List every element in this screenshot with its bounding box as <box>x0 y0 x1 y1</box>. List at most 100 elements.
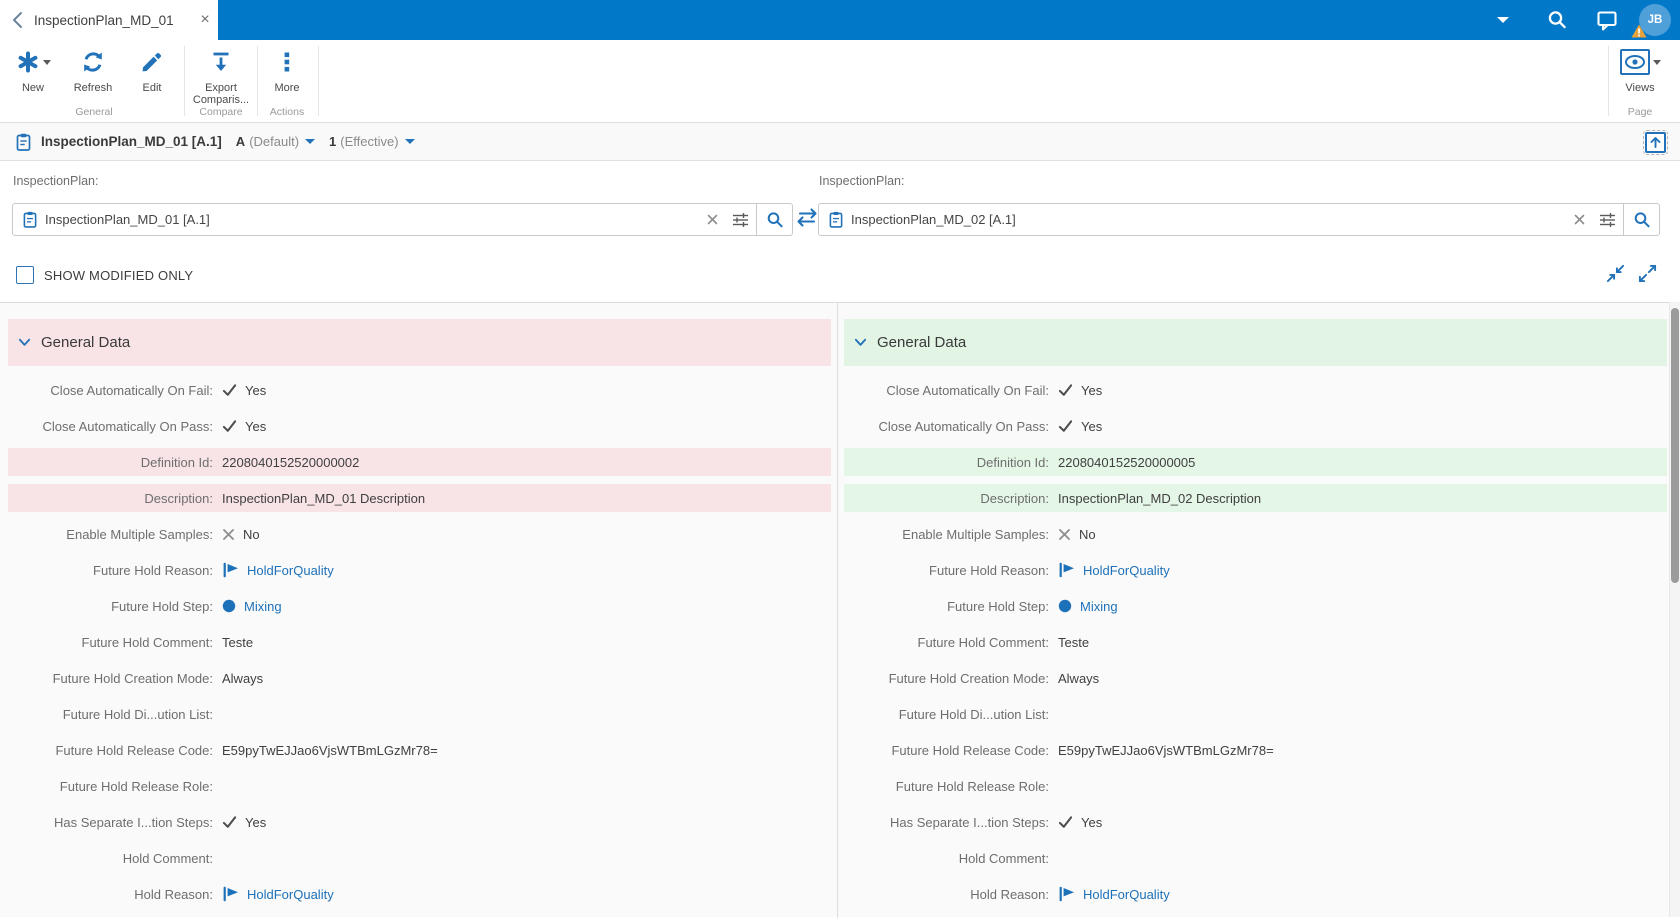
field-value-text: Teste <box>1058 634 1090 650</box>
field-label: Hold Reason: <box>134 886 213 902</box>
field-label: Description: <box>980 490 1049 506</box>
breadcrumb: InspectionPlan_MD_01 [A.1] A (Default) 1… <box>0 123 1680 161</box>
field-row: Future Hold Release Code: E59pyTwEJJao6Vj… <box>844 736 1667 764</box>
field-row: Future Hold Release Code: E59pyTwEJJao6Vj… <box>8 736 831 764</box>
field-value: Yes <box>222 815 266 830</box>
field-row: Future Hold Step: Mixing <box>8 592 831 620</box>
scrollbar-thumb[interactable] <box>1671 308 1679 583</box>
section-header-general-data[interactable]: General Data <box>844 319 1667 366</box>
feedback-button[interactable] <box>1594 0 1620 40</box>
flag-icon <box>1059 886 1074 902</box>
right-entity-picker <box>818 203 1660 236</box>
flag-icon <box>223 886 238 902</box>
field-rows: Close Automatically On Fail: Yes Close Aut… <box>844 376 1667 908</box>
toolbar-separator <box>257 46 258 116</box>
field-row: Description: InspectionPlan_MD_02 Descrip… <box>844 484 1667 512</box>
export-comparison-button[interactable]: Export Comparis... <box>188 48 254 106</box>
field-label: Definition Id: <box>140 454 213 470</box>
user-menu-dropdown[interactable] <box>1492 0 1514 40</box>
field-value: Always <box>1058 671 1099 686</box>
field-value: InspectionPlan_MD_01 Description <box>222 491 425 506</box>
check-icon <box>1058 419 1073 433</box>
step-circle-icon <box>222 599 236 613</box>
field-value-text: Yes <box>245 418 267 434</box>
collapse-all-button[interactable] <box>1606 264 1625 283</box>
field-row: Has Separate I...tion Steps: Yes <box>8 808 831 836</box>
field-row: Hold Comment: <box>8 844 831 872</box>
left-entity-input[interactable] <box>45 212 700 227</box>
global-search-button[interactable] <box>1544 0 1570 40</box>
check-icon <box>1058 815 1073 829</box>
flag-icon <box>1058 562 1075 578</box>
caret-down-icon <box>42 59 51 65</box>
tab-close-icon[interactable]: × <box>192 0 218 40</box>
field-value: InspectionPlan_MD_02 Description <box>1058 491 1261 506</box>
search-button[interactable] <box>1623 204 1659 235</box>
entity-clipboard-icon <box>23 211 37 228</box>
flag-icon <box>222 562 239 578</box>
expand-all-button[interactable] <box>1638 264 1657 283</box>
panel-divider <box>837 303 838 918</box>
tab-title[interactable]: InspectionPlan_MD_01 <box>34 13 192 28</box>
right-entity-input[interactable] <box>851 212 1567 227</box>
refresh-icon <box>81 50 105 74</box>
section-title: General Data <box>41 334 131 351</box>
field-row: Future Hold Step: Mixing <box>844 592 1667 620</box>
field-value: Mixing <box>1058 599 1118 614</box>
edit-button[interactable]: Edit <box>124 48 180 94</box>
field-value-text: InspectionPlan_MD_02 Description <box>1058 490 1262 506</box>
version-dropdown-caret-icon[interactable] <box>404 139 415 144</box>
toolbar-separator <box>1608 46 1609 116</box>
check-icon <box>222 419 237 433</box>
refresh-button[interactable]: Refresh <box>64 48 122 94</box>
field-value-text: Always <box>1058 670 1100 686</box>
collapse-arrows-icon <box>1606 264 1625 283</box>
field-row: Close Automatically On Pass: Yes <box>844 412 1667 440</box>
filter-sliders-icon[interactable] <box>725 204 756 235</box>
field-label: Close Automatically On Pass: <box>878 418 1049 434</box>
field-value: No <box>222 527 260 542</box>
caret-down-icon <box>1652 59 1661 65</box>
collapse-header-button[interactable] <box>1643 130 1668 155</box>
field-row: Future Hold Reason: HoldForQuality <box>8 556 831 584</box>
filter-sliders-icon[interactable] <box>1592 204 1623 235</box>
field-row: Future Hold Di...ution List: <box>8 700 831 728</box>
field-value-link[interactable]: Mixing <box>244 599 282 614</box>
new-button[interactable]: New <box>6 48 60 94</box>
field-value: Always <box>222 671 263 686</box>
field-value-link[interactable]: HoldForQuality <box>247 887 334 902</box>
field-value-link[interactable]: HoldForQuality <box>1083 887 1170 902</box>
vertical-scrollbar <box>1669 302 1680 917</box>
x-mark-icon <box>1059 528 1070 540</box>
show-modified-checkbox[interactable] <box>16 266 34 284</box>
field-row: Future Hold Release Role: <box>844 772 1667 800</box>
field-value: E59pyTwEJJao6VjsWTBmLGzMr78= <box>1058 743 1274 758</box>
field-value-link[interactable]: HoldForQuality <box>247 563 334 578</box>
field-label: Hold Comment: <box>122 850 213 866</box>
back-button[interactable] <box>0 0 34 40</box>
pencil-icon <box>140 50 164 74</box>
ribbon-toolbar: New Refresh Edit Export Comparis... More… <box>0 40 1680 123</box>
field-label: Future Hold Release Code: <box>55 742 213 758</box>
views-button[interactable]: Views <box>1612 48 1668 94</box>
more-button[interactable]: More <box>260 48 314 94</box>
field-value: Yes <box>222 383 266 398</box>
left-entity-picker <box>12 203 793 236</box>
swap-entities-button[interactable] <box>797 208 817 227</box>
section-header-general-data[interactable]: General Data <box>8 319 831 366</box>
field-value-text: Always <box>222 670 264 686</box>
step-circle-icon <box>1058 599 1072 613</box>
clear-icon[interactable] <box>1567 204 1592 235</box>
field-value-link[interactable]: HoldForQuality <box>1083 563 1170 578</box>
field-row: Future Hold Comment: Teste <box>844 628 1667 656</box>
check-icon <box>1058 420 1073 432</box>
check-icon <box>222 420 237 432</box>
clear-icon[interactable] <box>700 204 725 235</box>
revision-dropdown-caret-icon[interactable] <box>305 139 316 144</box>
flag-icon <box>223 562 238 578</box>
field-value: No <box>1058 527 1096 542</box>
field-value: Yes <box>222 419 266 434</box>
user-avatar[interactable]: JB <box>1631 4 1671 38</box>
field-value-link[interactable]: Mixing <box>1080 599 1118 614</box>
search-button[interactable] <box>756 204 792 235</box>
